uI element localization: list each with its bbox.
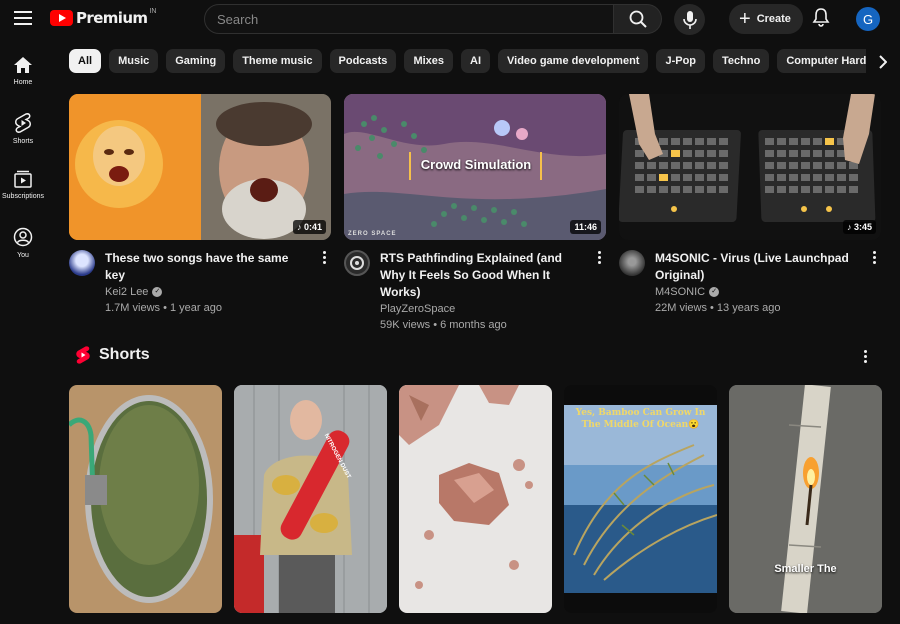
chip-video-game-development[interactable]: Video game development	[498, 49, 649, 73]
chip-ai[interactable]: AI	[461, 49, 491, 73]
thumbnail-watermark: ZERO SPACE	[348, 231, 397, 237]
thumbnail-caption: Crowd Simulation	[420, 157, 532, 172]
chevron-right-icon	[879, 55, 887, 69]
video-title[interactable]: M4SONIC - Virus (Live Launchpad Original…	[655, 250, 860, 284]
channel-name: PlayZeroSpace	[380, 303, 456, 315]
search-button[interactable]	[614, 4, 662, 34]
sidebar-item-label: Subscriptions	[1, 193, 45, 200]
you-icon	[13, 227, 33, 247]
video-menu-button[interactable]	[869, 251, 879, 266]
chips-next-button[interactable]	[866, 49, 900, 75]
bell-icon	[812, 8, 830, 27]
zero-space-logo-icon	[350, 256, 364, 270]
video-card: ♪ 3:45 M4SONIC - Virus (Live Launchpad O…	[619, 94, 881, 314]
mini-guide: Home Shorts Subscriptions You	[0, 48, 46, 276]
thumbnail-image	[69, 94, 331, 240]
shorts-menu-button[interactable]	[860, 350, 870, 365]
video-duration: ♪ 0:41	[292, 220, 326, 234]
short-card[interactable]: NITROGEN DUST	[234, 385, 387, 613]
create-button[interactable]: + Create	[729, 4, 803, 34]
video-thumbnail[interactable]: ♪ 0:41	[69, 94, 331, 240]
chip-techno[interactable]: Techno	[713, 49, 770, 73]
youtube-logo-icon	[50, 10, 73, 26]
channel-name-row[interactable]: PlayZeroSpace	[380, 303, 585, 315]
search-box	[204, 4, 614, 34]
chip-mixes[interactable]: Mixes	[404, 49, 454, 73]
video-stats: 1.7M views • 1 year ago	[105, 302, 222, 314]
channel-avatar[interactable]	[344, 250, 370, 276]
short-thumbnail	[69, 385, 222, 613]
shorts-shelf-header: Shorts	[76, 346, 150, 364]
chip-gaming[interactable]: Gaming	[166, 49, 226, 73]
short-card[interactable]: Yes, Bamboo Can Grow In The Middle Of Oc…	[564, 385, 717, 613]
region-code: IN	[149, 7, 157, 15]
sidebar-item-you[interactable]: You	[0, 219, 46, 276]
shorts-title: Shorts	[99, 346, 150, 363]
notifications-button[interactable]	[812, 7, 830, 32]
create-label: Create	[756, 13, 791, 25]
video-title[interactable]: RTS Pathfinding Explained (and Why It Fe…	[380, 250, 585, 301]
short-card[interactable]	[399, 385, 552, 613]
chip-music[interactable]: Music	[109, 49, 159, 73]
search-input[interactable]	[217, 11, 613, 27]
video-card: ♪ 0:41 These two songs have the same key…	[69, 94, 331, 314]
channel-name: Kei2 Lee	[105, 286, 149, 298]
short-caption: Smaller The	[774, 563, 837, 575]
sidebar-item-home[interactable]: Home	[0, 48, 46, 105]
video-menu-button[interactable]	[319, 251, 329, 266]
chip-theme-music[interactable]: Theme music	[233, 49, 322, 73]
thumbnail-image	[619, 94, 881, 240]
sidebar-item-label: Home	[13, 79, 33, 86]
voice-search-button[interactable]	[674, 4, 705, 35]
chip-j-pop[interactable]: J-Pop	[656, 49, 706, 73]
search-icon	[629, 10, 647, 28]
short-thumbnail	[399, 385, 552, 613]
account-avatar[interactable]: G	[856, 7, 880, 31]
video-stats: 59K views • 6 months ago	[380, 319, 507, 331]
video-thumbnail[interactable]: ♪ 3:45	[619, 94, 881, 240]
youtube-premium-logo[interactable]: Premium IN	[50, 7, 157, 27]
shorts-icon	[15, 113, 31, 133]
video-card: Crowd Simulation ZERO SPACE 11:46 RTS Pa…	[344, 94, 606, 331]
shorts-logo-icon	[76, 346, 90, 364]
verified-check-icon: ✓	[709, 287, 720, 297]
video-thumbnail[interactable]: Crowd Simulation ZERO SPACE 11:46	[344, 94, 606, 240]
channel-avatar[interactable]	[619, 250, 645, 276]
channel-name-row[interactable]: M4SONIC ✓	[655, 286, 860, 298]
sidebar-item-shorts[interactable]: Shorts	[0, 105, 46, 162]
video-title[interactable]: These two songs have the same key	[105, 250, 310, 284]
video-stats: 22M views • 13 years ago	[655, 302, 781, 314]
filter-chips: All Music Gaming Theme music Podcasts Mi…	[69, 49, 900, 75]
microphone-icon	[682, 10, 697, 29]
chip-podcasts[interactable]: Podcasts	[329, 49, 397, 73]
logo-text: Premium	[76, 9, 148, 27]
verified-check-icon: ✓	[152, 287, 163, 297]
sidebar-item-label: You	[17, 252, 29, 259]
sidebar-item-label: Shorts	[12, 138, 34, 145]
video-menu-button[interactable]	[594, 251, 604, 266]
short-card[interactable]	[69, 385, 222, 613]
chip-all[interactable]: All	[69, 49, 102, 73]
channel-avatar[interactable]	[69, 250, 95, 276]
video-duration: 11:46	[570, 220, 601, 234]
sidebar-item-subscriptions[interactable]: Subscriptions	[0, 162, 46, 219]
subscriptions-icon	[14, 170, 32, 188]
menu-icon[interactable]	[14, 11, 32, 25]
short-thumbnail	[234, 385, 387, 613]
top-bar: Premium IN + Create G	[0, 0, 900, 40]
short-card[interactable]: Smaller The	[729, 385, 882, 613]
channel-name: M4SONIC	[655, 286, 706, 298]
plus-icon: +	[739, 8, 751, 30]
video-duration: ♪ 3:45	[842, 220, 876, 234]
short-caption: Yes, Bamboo Can Grow In The Middle Of Oc…	[575, 408, 706, 430]
channel-name-row[interactable]: Kei2 Lee ✓	[105, 286, 310, 298]
short-thumbnail	[729, 385, 882, 613]
home-icon	[14, 57, 32, 73]
